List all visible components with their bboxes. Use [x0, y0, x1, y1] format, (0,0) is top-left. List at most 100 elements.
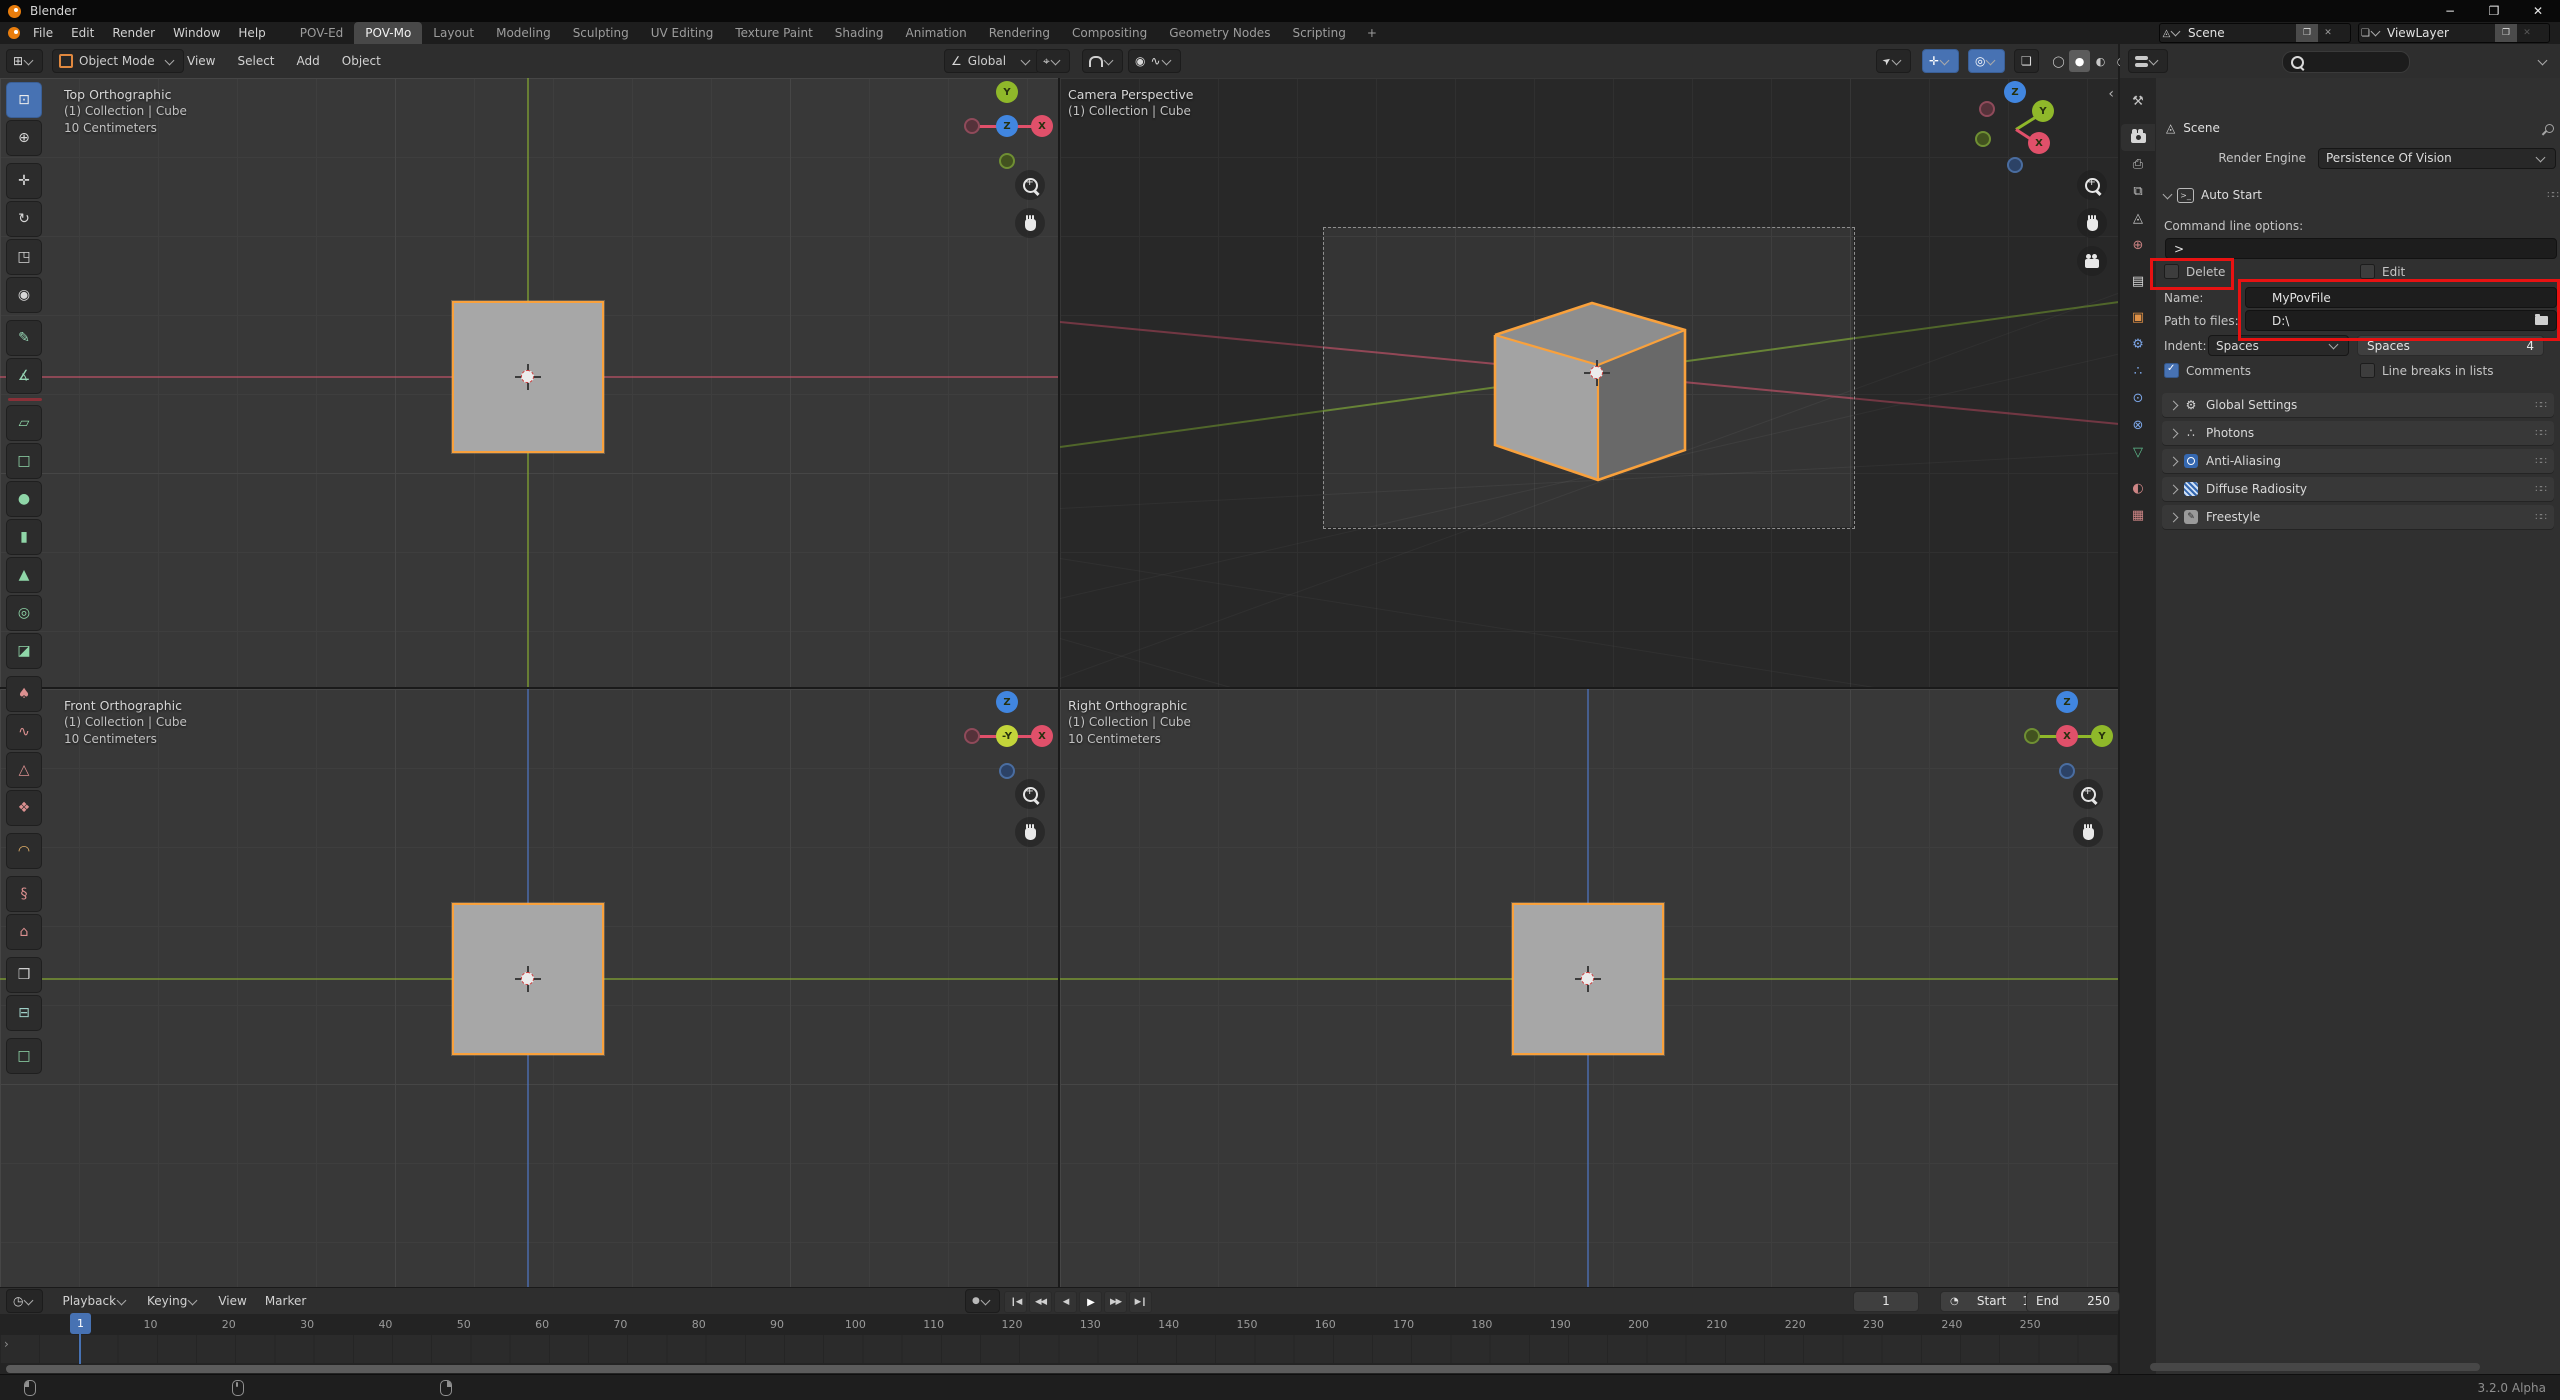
- nav-gizmo[interactable]: ZX-Y: [961, 690, 1053, 782]
- timeline-menu-view[interactable]: View: [209, 1290, 255, 1312]
- axis-ball-z[interactable]: [999, 763, 1015, 779]
- menu-edit[interactable]: Edit: [62, 22, 103, 44]
- panel-global-settings[interactable]: ⚙Global Settings∷∷: [2162, 393, 2554, 417]
- tool-add-cylinder[interactable]: ▮: [6, 519, 42, 555]
- axis-ball-x[interactable]: X: [1031, 115, 1053, 137]
- tab-texture[interactable]: ▦: [2123, 502, 2153, 529]
- scrollbar-thumb[interactable]: [6, 1365, 2112, 1373]
- tab-scene[interactable]: ◬: [2123, 205, 2153, 232]
- axis-ball-z[interactable]: [2059, 763, 2075, 779]
- tool-add-spring[interactable]: §: [6, 876, 42, 912]
- tab-data[interactable]: ▽: [2123, 439, 2153, 466]
- tab-view-layer[interactable]: ⧉: [2123, 178, 2153, 205]
- timeline-tracks[interactable]: ›: [0, 1335, 2118, 1363]
- jump-to-start-button[interactable]: ❙◀: [1004, 1291, 1027, 1313]
- menu-help[interactable]: Help: [229, 22, 274, 44]
- editor-type-timeline[interactable]: ◷: [6, 1289, 43, 1313]
- camera-view-icon[interactable]: [2077, 246, 2107, 276]
- nav-gizmo[interactable]: ZYX: [1969, 79, 2061, 171]
- axis-ball-y[interactable]: Y: [2032, 100, 2054, 122]
- tool-add-torus[interactable]: ◎: [6, 595, 42, 631]
- timeline-menu-playback[interactable]: Playback: [53, 1290, 138, 1312]
- panel-freestyle[interactable]: ✎Freestyle∷∷: [2162, 505, 2554, 529]
- tab-physics[interactable]: ⊙: [2123, 385, 2153, 412]
- axis-ball-z[interactable]: Z: [2004, 81, 2026, 103]
- axis-ball-x[interactable]: X: [1031, 725, 1053, 747]
- editor-type-3d-viewport[interactable]: ⊞: [6, 44, 43, 78]
- edit-checkbox[interactable]: [2360, 264, 2375, 279]
- channel-expand-icon[interactable]: ›: [4, 1337, 9, 1351]
- command-line-input[interactable]: >: [2165, 238, 2557, 259]
- panel-photons[interactable]: ∴Photons∷∷: [2162, 421, 2554, 445]
- tool-add-cube[interactable]: □: [6, 443, 42, 479]
- properties-filter-dropdown[interactable]: [2537, 44, 2550, 78]
- tool-add-lamp[interactable]: ⌂: [6, 914, 42, 950]
- tool-add-glass-cube[interactable]: ❒: [6, 957, 42, 993]
- viewport-menu-select[interactable]: Select: [228, 50, 283, 72]
- tab-world[interactable]: ⊕: [2123, 232, 2153, 259]
- zoom-icon[interactable]: [2073, 779, 2103, 809]
- scene-name[interactable]: Scene: [2186, 26, 2296, 40]
- comments-checkbox[interactable]: [2164, 363, 2179, 378]
- xray-toggle[interactable]: ❏: [2014, 44, 2039, 78]
- tool-add-liquid-box[interactable]: ⊟: [6, 995, 42, 1031]
- play-button[interactable]: ▶: [1079, 1291, 1102, 1313]
- render-engine-dropdown[interactable]: Persistence Of Vision: [2318, 148, 2556, 169]
- tool-transform[interactable]: ◉: [6, 277, 42, 313]
- tool-rotate[interactable]: ↻: [6, 201, 42, 237]
- tool-select-box[interactable]: ⊡: [6, 82, 42, 118]
- tool-annotate[interactable]: ✎: [6, 320, 42, 356]
- drag-handle-icon[interactable]: ∷∷: [2535, 428, 2546, 439]
- proportional-edit-cluster[interactable]: ◉∿: [1128, 44, 1181, 78]
- object-visibility-dropdown[interactable]: ➤: [1876, 44, 1911, 78]
- breadcrumb-scene[interactable]: Scene: [2183, 121, 2220, 135]
- timeline-menu-keying[interactable]: Keying: [138, 1290, 209, 1312]
- axis-ball-z[interactable]: Z: [2056, 691, 2078, 713]
- drag-handle-icon[interactable]: ∷∷: [2547, 190, 2558, 201]
- viewport-top[interactable]: Top Orthographic (1) Collection | Cube 1…: [0, 78, 1058, 687]
- tool-scale[interactable]: ◳: [6, 239, 42, 275]
- drag-handle-icon[interactable]: ∷∷: [2535, 512, 2546, 523]
- restore-button[interactable]: ❐: [2472, 0, 2516, 22]
- properties-search-input[interactable]: [2282, 51, 2410, 73]
- snap-target-dropdown[interactable]: ⌖: [1036, 44, 1070, 78]
- workspace-tab-pov-ed[interactable]: POV-Ed: [289, 22, 355, 44]
- axis-ball-x[interactable]: X: [2056, 725, 2078, 747]
- tab-constraints[interactable]: ⊗: [2123, 412, 2153, 439]
- tab-material[interactable]: ◐: [2123, 475, 2153, 502]
- minimize-button[interactable]: −: [2428, 0, 2472, 22]
- pin-icon[interactable]: [2543, 122, 2556, 135]
- tab-collection[interactable]: ▤: [2123, 268, 2153, 295]
- close-button[interactable]: ✕: [2516, 0, 2560, 22]
- prev-keyframe-button[interactable]: ◀◀: [1029, 1291, 1052, 1313]
- viewlayer-selector[interactable]: ❏ ViewLayer ❐ ✕: [2358, 23, 2550, 43]
- menu-render[interactable]: Render: [103, 22, 164, 44]
- axis-ball-y[interactable]: [2024, 728, 2040, 744]
- panel-diffuse-radiosity[interactable]: Diffuse Radiosity∷∷: [2162, 477, 2554, 501]
- axis-ball-y[interactable]: Y: [2091, 725, 2113, 747]
- axis-ball-z[interactable]: Z: [996, 691, 1018, 713]
- pan-hand-icon[interactable]: [1015, 817, 1045, 847]
- drag-handle-icon[interactable]: ∷∷: [2535, 456, 2546, 467]
- tool-add-plane[interactable]: ▱: [6, 405, 42, 441]
- tool-add-cone[interactable]: ▲: [6, 557, 42, 593]
- tool-move[interactable]: ✛: [6, 163, 42, 199]
- viewport-camera[interactable]: Camera Perspective (1) Collection | Cube…: [1060, 78, 2118, 687]
- menu-file[interactable]: File: [24, 22, 62, 44]
- tool-add-tree[interactable]: ♠: [6, 676, 42, 712]
- current-frame-marker[interactable]: 1: [70, 1313, 91, 1334]
- axis-ball-x[interactable]: X: [2028, 132, 2050, 154]
- scene-selector[interactable]: ◬ Scene ❐ ✕: [2159, 23, 2351, 43]
- viewport-menu-object[interactable]: Object: [333, 50, 390, 72]
- shading-material-preview-icon[interactable]: ◐: [2090, 50, 2111, 72]
- gizmos-toggle[interactable]: ✛: [1922, 44, 1959, 78]
- workspace-tab-uv-editing[interactable]: UV Editing: [640, 22, 725, 44]
- copy-scene-icon[interactable]: ❐: [2296, 24, 2318, 42]
- workspace-tab-modeling[interactable]: Modeling: [485, 22, 562, 44]
- copy-viewlayer-icon[interactable]: ❐: [2495, 24, 2517, 42]
- pan-hand-icon[interactable]: [2077, 208, 2107, 238]
- workspace-tab-compositing[interactable]: Compositing: [1061, 22, 1158, 44]
- properties-scrollbar[interactable]: [2150, 1363, 2480, 1371]
- transform-orientation-dropdown[interactable]: ∠Global: [944, 44, 1040, 78]
- zoom-icon[interactable]: [1015, 170, 1045, 200]
